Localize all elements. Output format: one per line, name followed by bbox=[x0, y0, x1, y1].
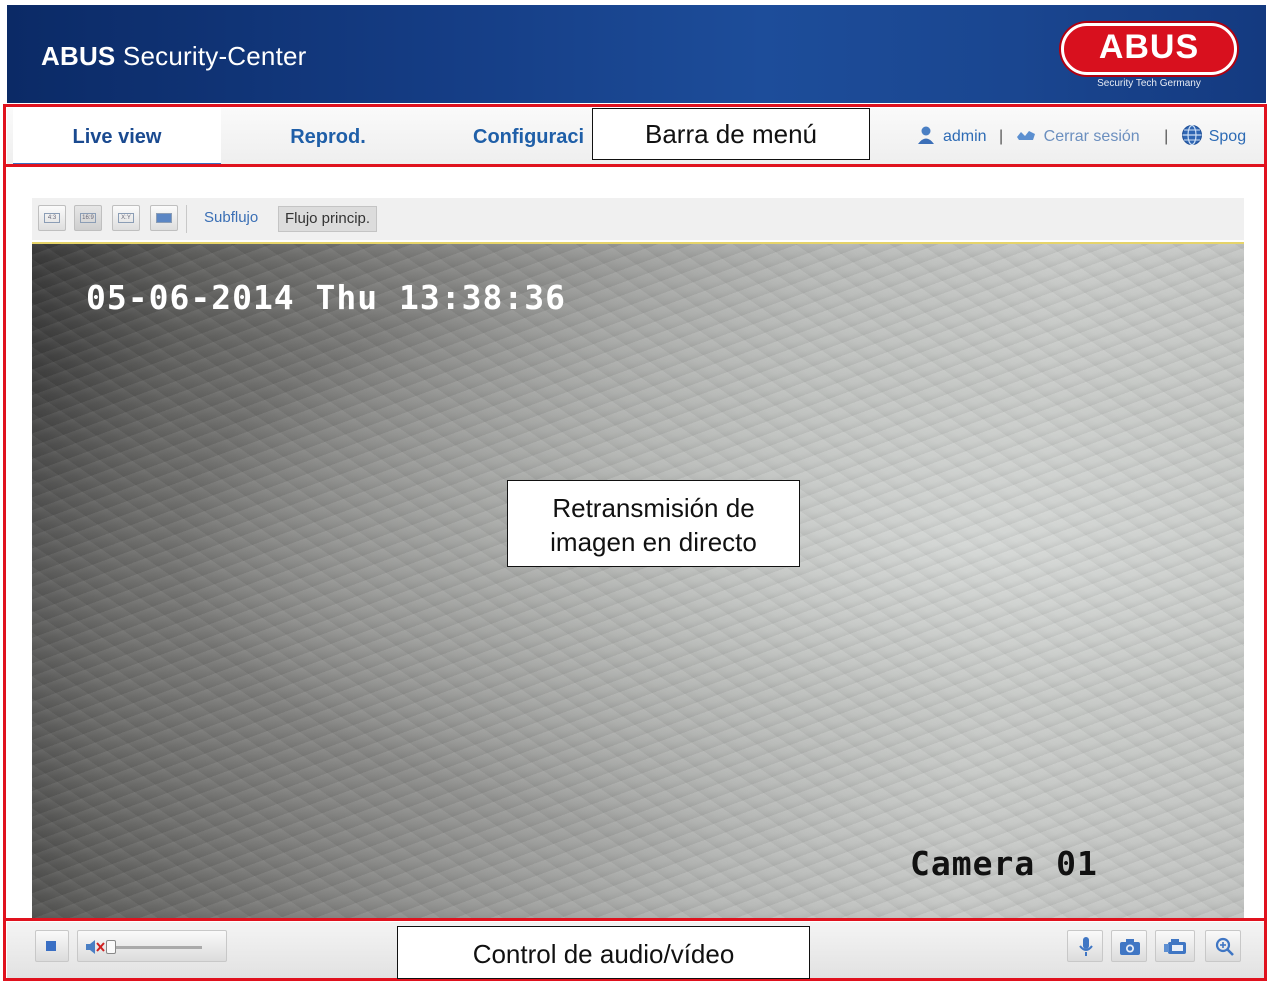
app-title-brand: ABUS bbox=[41, 41, 116, 71]
menu-bar-callout: Barra de menú bbox=[592, 108, 870, 160]
av-control-callout: Control de audio/vídeo bbox=[397, 926, 810, 979]
app-title: ABUS Security-Center bbox=[41, 41, 307, 72]
app-title-rest: Security-Center bbox=[122, 41, 307, 71]
logo-text: ABUS bbox=[1098, 28, 1200, 66]
abus-logo: ABUS Security Tech Germany bbox=[1061, 23, 1237, 97]
logo-tagline: Security Tech Germany bbox=[1097, 78, 1201, 89]
live-stream-callout-line1: Retransmisión de bbox=[552, 493, 755, 523]
app-header: ABUS Security-Center ABUS Security Tech … bbox=[7, 5, 1266, 103]
live-stream-callout-line2: imagen en directo bbox=[550, 527, 757, 557]
live-stream-callout: Retransmisión de imagen en directo bbox=[507, 480, 800, 567]
